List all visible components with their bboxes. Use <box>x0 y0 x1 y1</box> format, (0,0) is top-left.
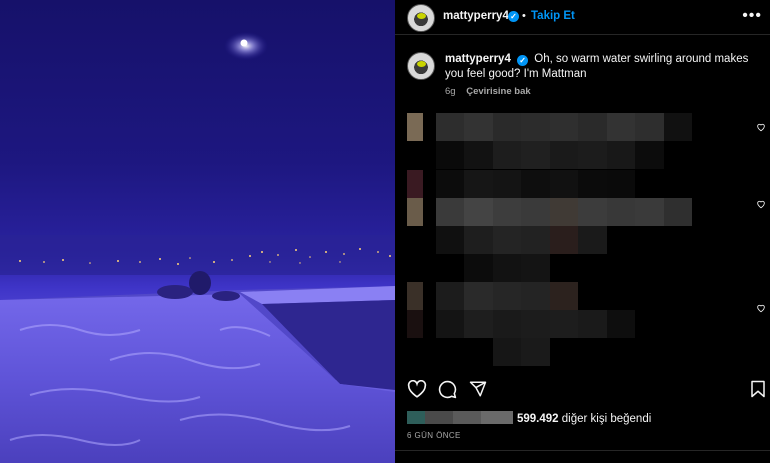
post-date[interactable]: 6 GÜN ÖNCE <box>407 431 461 440</box>
post-detail-panel: mattyperry4 ✓ • Takip Et ••• mattyperry4… <box>395 0 770 463</box>
likes-text[interactable]: 599.492 diğer kişi beğendi <box>517 413 651 425</box>
caption-avatar[interactable] <box>407 52 435 80</box>
liker-avatar <box>407 411 425 424</box>
post-age: 6g <box>445 86 456 97</box>
separator-dot: • <box>522 10 526 22</box>
caption: mattyperry4 ✓ Oh, so warm water swirling… <box>445 52 755 82</box>
divider <box>395 450 770 451</box>
caption-meta: 6g Çevirisine bak <box>445 86 531 97</box>
comment-like-icon[interactable] <box>756 122 766 132</box>
blurred-comment <box>407 170 721 282</box>
verified-badge-icon: ✓ <box>508 11 519 22</box>
photo-scene <box>0 32 395 463</box>
comment-like-icon[interactable] <box>756 303 766 313</box>
caption-username[interactable]: mattyperry4 <box>445 53 511 65</box>
blurred-comment <box>407 113 692 169</box>
liker-name <box>453 411 481 424</box>
post-photo[interactable] <box>0 0 395 463</box>
comment-icon[interactable] <box>438 380 457 399</box>
blurred-comment <box>407 282 635 366</box>
post-header: mattyperry4 ✓ • Takip Et ••• <box>395 0 770 35</box>
likes-count: 599.492 <box>517 413 559 425</box>
avatar[interactable] <box>407 4 435 32</box>
likes-rest: diğer kişi beğendi <box>561 413 652 425</box>
liker-name <box>425 411 453 424</box>
comment-like-icon[interactable] <box>756 199 766 209</box>
verified-badge-icon: ✓ <box>517 55 529 66</box>
header-username[interactable]: mattyperry4 <box>443 10 509 22</box>
more-options-icon[interactable]: ••• <box>742 7 762 25</box>
follow-button[interactable]: Takip Et <box>531 10 575 22</box>
bookmark-icon[interactable] <box>750 380 766 398</box>
heart-icon[interactable] <box>407 380 427 398</box>
see-translation-link[interactable]: Çevirisine bak <box>466 86 530 97</box>
liker-name <box>481 411 513 424</box>
paper-plane-icon[interactable] <box>469 380 487 398</box>
post-actions <box>395 374 770 404</box>
